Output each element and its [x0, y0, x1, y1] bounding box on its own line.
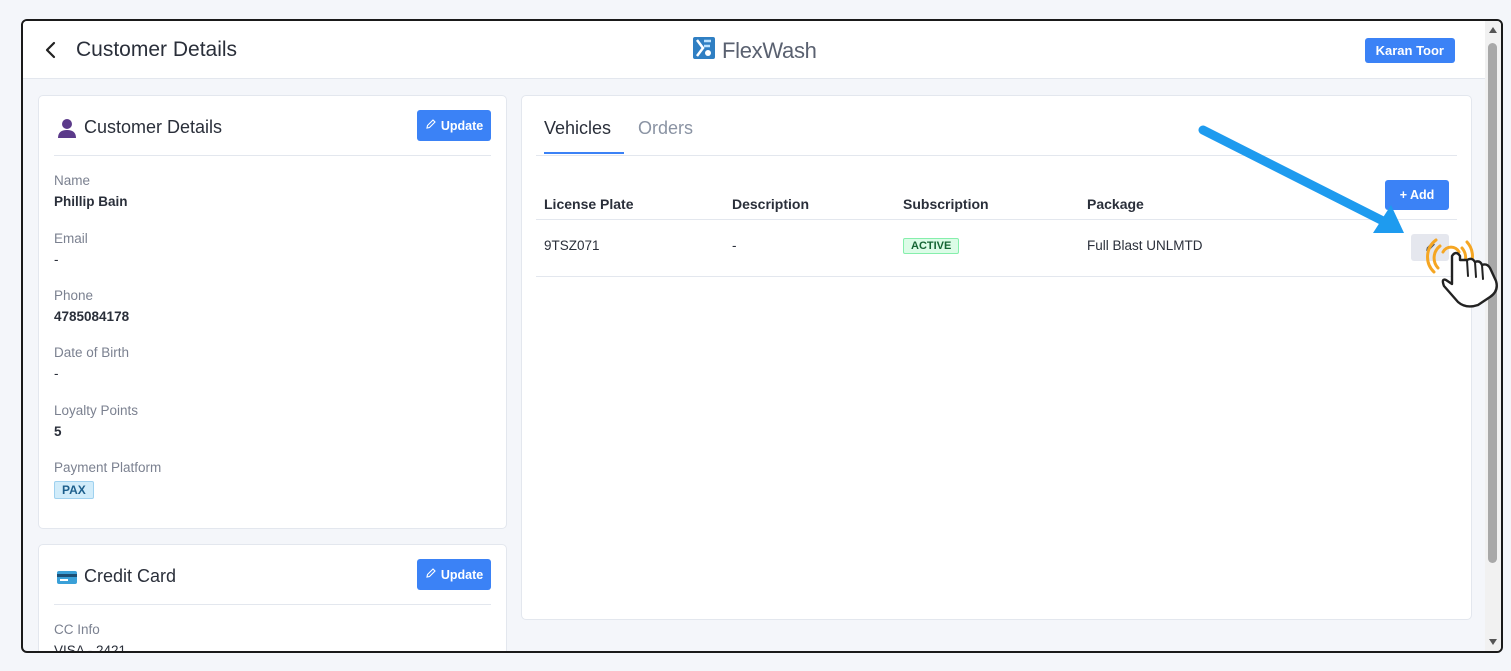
vehicles-orders-card: Vehicles Orders + Add License Plate Desc…	[521, 95, 1472, 620]
column-header: Package	[1087, 196, 1144, 212]
license-plate-cell: 9TSZ071	[544, 238, 600, 253]
flexwash-logo-icon	[692, 36, 716, 65]
credit-card-card: Credit Card Update CC Info VISA - 2421	[38, 544, 507, 653]
field-value: Phillip Bain	[54, 194, 128, 209]
description-cell: -	[732, 238, 737, 253]
pencil-icon	[1425, 239, 1436, 257]
page-title: Customer Details	[76, 38, 238, 61]
tab-bar: Vehicles Orders	[536, 96, 1457, 156]
field-label: Name	[54, 173, 91, 188]
update-label: Update	[440, 118, 484, 133]
field-label: CC Info	[54, 622, 100, 637]
field-value: 4785084178	[54, 309, 130, 324]
field-value: VISA - 2421	[54, 643, 127, 653]
field-label: Phone	[54, 288, 94, 303]
scroll-up-arrow[interactable]	[1489, 27, 1497, 33]
field-email: Email -	[54, 231, 88, 267]
brand-name: FlexWash	[722, 37, 817, 63]
pencil-icon	[425, 567, 437, 582]
chevron-left-icon[interactable]	[41, 39, 61, 61]
user-menu-button[interactable]: Karan Toor	[1364, 38, 1455, 63]
field-dob: Date of Birth -	[54, 345, 129, 381]
tab-vehicles[interactable]: Vehicles	[544, 118, 624, 154]
pencil-icon	[425, 118, 437, 133]
card-title: Customer Details	[84, 117, 223, 137]
edit-vehicle-button[interactable]	[1411, 234, 1449, 261]
field-phone: Phone 4785084178	[54, 288, 129, 324]
customer-details-card: Customer Details Update Name Phillip Bai…	[38, 95, 507, 529]
top-bar: Customer Details FlexWash Karan Toor	[23, 21, 1485, 79]
field-label: Payment Platform	[54, 460, 162, 475]
column-header: License Plate	[544, 196, 634, 212]
credit-card-icon	[56, 567, 78, 587]
update-customer-button[interactable]: Update	[417, 110, 491, 141]
card-header: Customer Details Update	[54, 110, 491, 156]
field-value: 5	[54, 424, 62, 439]
field-label: Loyalty Points	[54, 403, 139, 418]
table-header: License Plate Description Subscription P…	[536, 192, 1457, 220]
tab-orders[interactable]: Orders	[638, 118, 693, 152]
scrollbar[interactable]	[1485, 21, 1501, 651]
user-icon	[56, 118, 78, 138]
field-loyalty-points: Loyalty Points 5	[54, 403, 138, 439]
update-credit-card-button[interactable]: Update	[417, 559, 491, 590]
field-value: -	[54, 366, 59, 381]
payment-platform-badge: PAX	[54, 481, 94, 499]
package-cell: Full Blast UNLMTD	[1087, 238, 1203, 253]
card-title: Credit Card	[84, 566, 177, 586]
column-header: Subscription	[903, 196, 989, 212]
card-header: Credit Card Update	[54, 559, 491, 605]
column-header: Description	[732, 196, 810, 212]
scroll-thumb[interactable]	[1488, 43, 1497, 563]
scroll-down-arrow[interactable]	[1489, 639, 1497, 645]
update-label: Update	[440, 567, 484, 582]
subscription-status-badge: ACTIVE	[903, 238, 960, 254]
field-name: Name Phillip Bain	[54, 173, 128, 209]
field-label: Date of Birth	[54, 345, 130, 360]
brand-logo: FlexWash	[692, 36, 817, 65]
field-value: -	[54, 252, 59, 267]
field-label: Email	[54, 231, 88, 246]
table-row: 9TSZ071 - ACTIVE Full Blast UNLMTD	[536, 220, 1457, 277]
app-window: Customer Details FlexWash Karan Toor Cus…	[21, 19, 1503, 653]
field-payment-platform: Payment Platform PAX	[54, 460, 161, 499]
field-cc-info: CC Info VISA - 2421	[54, 622, 127, 653]
